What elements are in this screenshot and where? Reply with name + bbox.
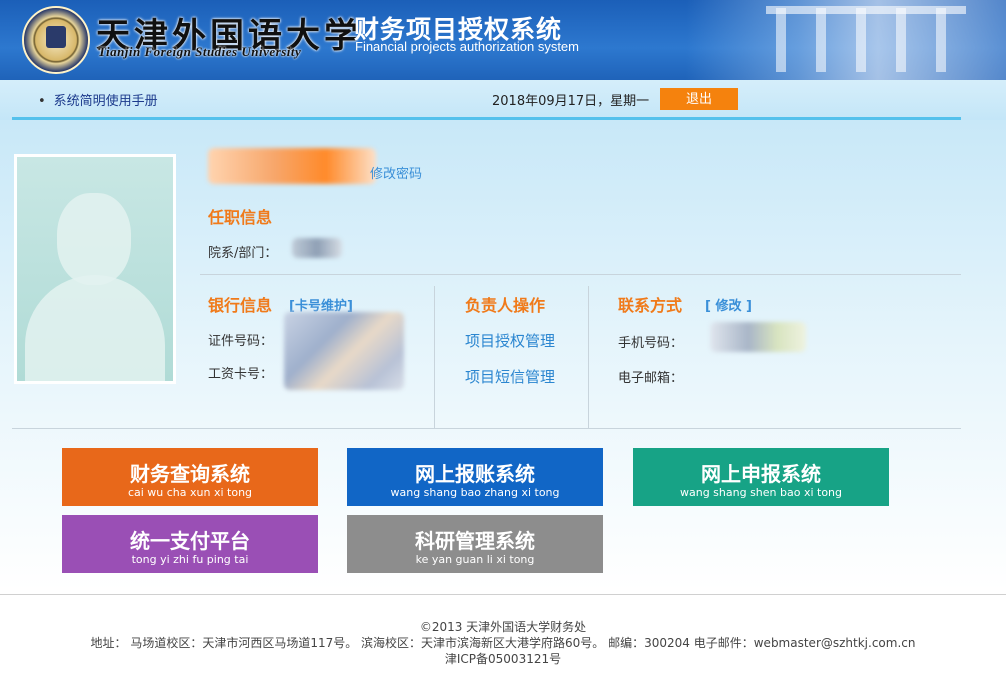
employment-info-title: 任职信息 <box>208 208 273 227</box>
change-password-link[interactable]: 修改密码 <box>370 163 422 182</box>
main-content: 修改密码 任职信息 院系/部门： 银行信息 [卡号维护] 证件号码： 工资卡号：… <box>0 120 1006 590</box>
campus-building-image <box>686 0 1006 80</box>
university-logo <box>22 6 90 74</box>
column-divider <box>434 286 435 428</box>
redacted-name <box>208 148 376 184</box>
contact-edit-link[interactable]: [ 修改 ] <box>705 295 752 314</box>
tile-online-declaration[interactable]: 网上申报系统 wang shang shen bao xi tong <box>633 448 889 506</box>
project-sms-link[interactable]: 项目短信管理 <box>465 366 555 387</box>
salary-card-label: 工资卡号： <box>208 367 274 382</box>
tile-online-reimbursement[interactable]: 网上报账系统 wang shang bao zhang xi tong <box>347 448 603 506</box>
header-banner: 天津外国语大学 Tianjin Foreign Studies Universi… <box>0 0 1006 80</box>
redacted-phone <box>710 322 806 352</box>
tile-title: 财务查询系统 <box>130 462 250 486</box>
manager-operations-title: 负责人操作 <box>465 296 546 315</box>
tile-pinyin: cai wu cha xun xi tong <box>127 486 253 499</box>
tile-pinyin: wang shang shen bao xi tong <box>679 486 843 499</box>
tile-title: 科研管理系统 <box>415 529 535 553</box>
tile-pinyin: wang shang bao zhang xi tong <box>390 486 560 499</box>
redacted-department <box>292 238 342 258</box>
footer-address: 地址： 马场道校区：天津市河西区马场道117号。 滨海校区：天津市滨海新区大港学… <box>90 636 916 650</box>
email-label: 电子邮箱： <box>618 371 684 386</box>
top-bar: 系统简明使用手册 2018年09月17日，星期一 退出 <box>0 80 1006 120</box>
tile-research-management[interactable]: 科研管理系统 ke yan guan li xi tong <box>347 515 603 573</box>
section-divider <box>12 428 961 429</box>
tile-title: 统一支付平台 <box>130 529 250 553</box>
tile-title: 网上报账系统 <box>415 462 535 486</box>
current-date: 2018年09月17日，星期一 <box>492 94 650 109</box>
profile-photo <box>14 154 176 384</box>
tile-finance-query[interactable]: 财务查询系统 cai wu cha xun xi tong <box>62 448 318 506</box>
column-divider <box>588 286 589 428</box>
department-label: 院系/部门： <box>208 246 278 261</box>
section-divider <box>200 274 961 275</box>
id-number-label: 证件号码： <box>208 334 274 349</box>
logout-button[interactable]: 退出 <box>660 88 738 110</box>
bank-info-title: 银行信息 <box>208 296 273 315</box>
footer-copyright: ©2013 天津外国语大学财务处 <box>419 620 587 634</box>
university-name-en: Tianjin Foreign Studies University <box>98 44 302 59</box>
tile-unified-payment[interactable]: 统一支付平台 tong yi zhi fu ping tai <box>62 515 318 573</box>
system-title-en: Financial projects authorization system <box>355 39 579 54</box>
phone-label: 手机号码： <box>618 336 684 351</box>
redacted-bank-info <box>284 312 404 390</box>
tile-pinyin: ke yan guan li xi tong <box>415 553 535 566</box>
footer: ©2013 天津外国语大学财务处 地址： 马场道校区：天津市河西区马场道117号… <box>0 594 1006 683</box>
contact-title: 联系方式 <box>618 296 683 315</box>
project-authorization-link[interactable]: 项目授权管理 <box>465 330 555 351</box>
footer-icp: 津ICP备05003121号 <box>444 652 562 666</box>
manual-link[interactable]: 系统简明使用手册 <box>38 90 158 109</box>
tile-pinyin: tong yi zhi fu ping tai <box>131 553 249 566</box>
tile-title: 网上申报系统 <box>701 462 821 486</box>
